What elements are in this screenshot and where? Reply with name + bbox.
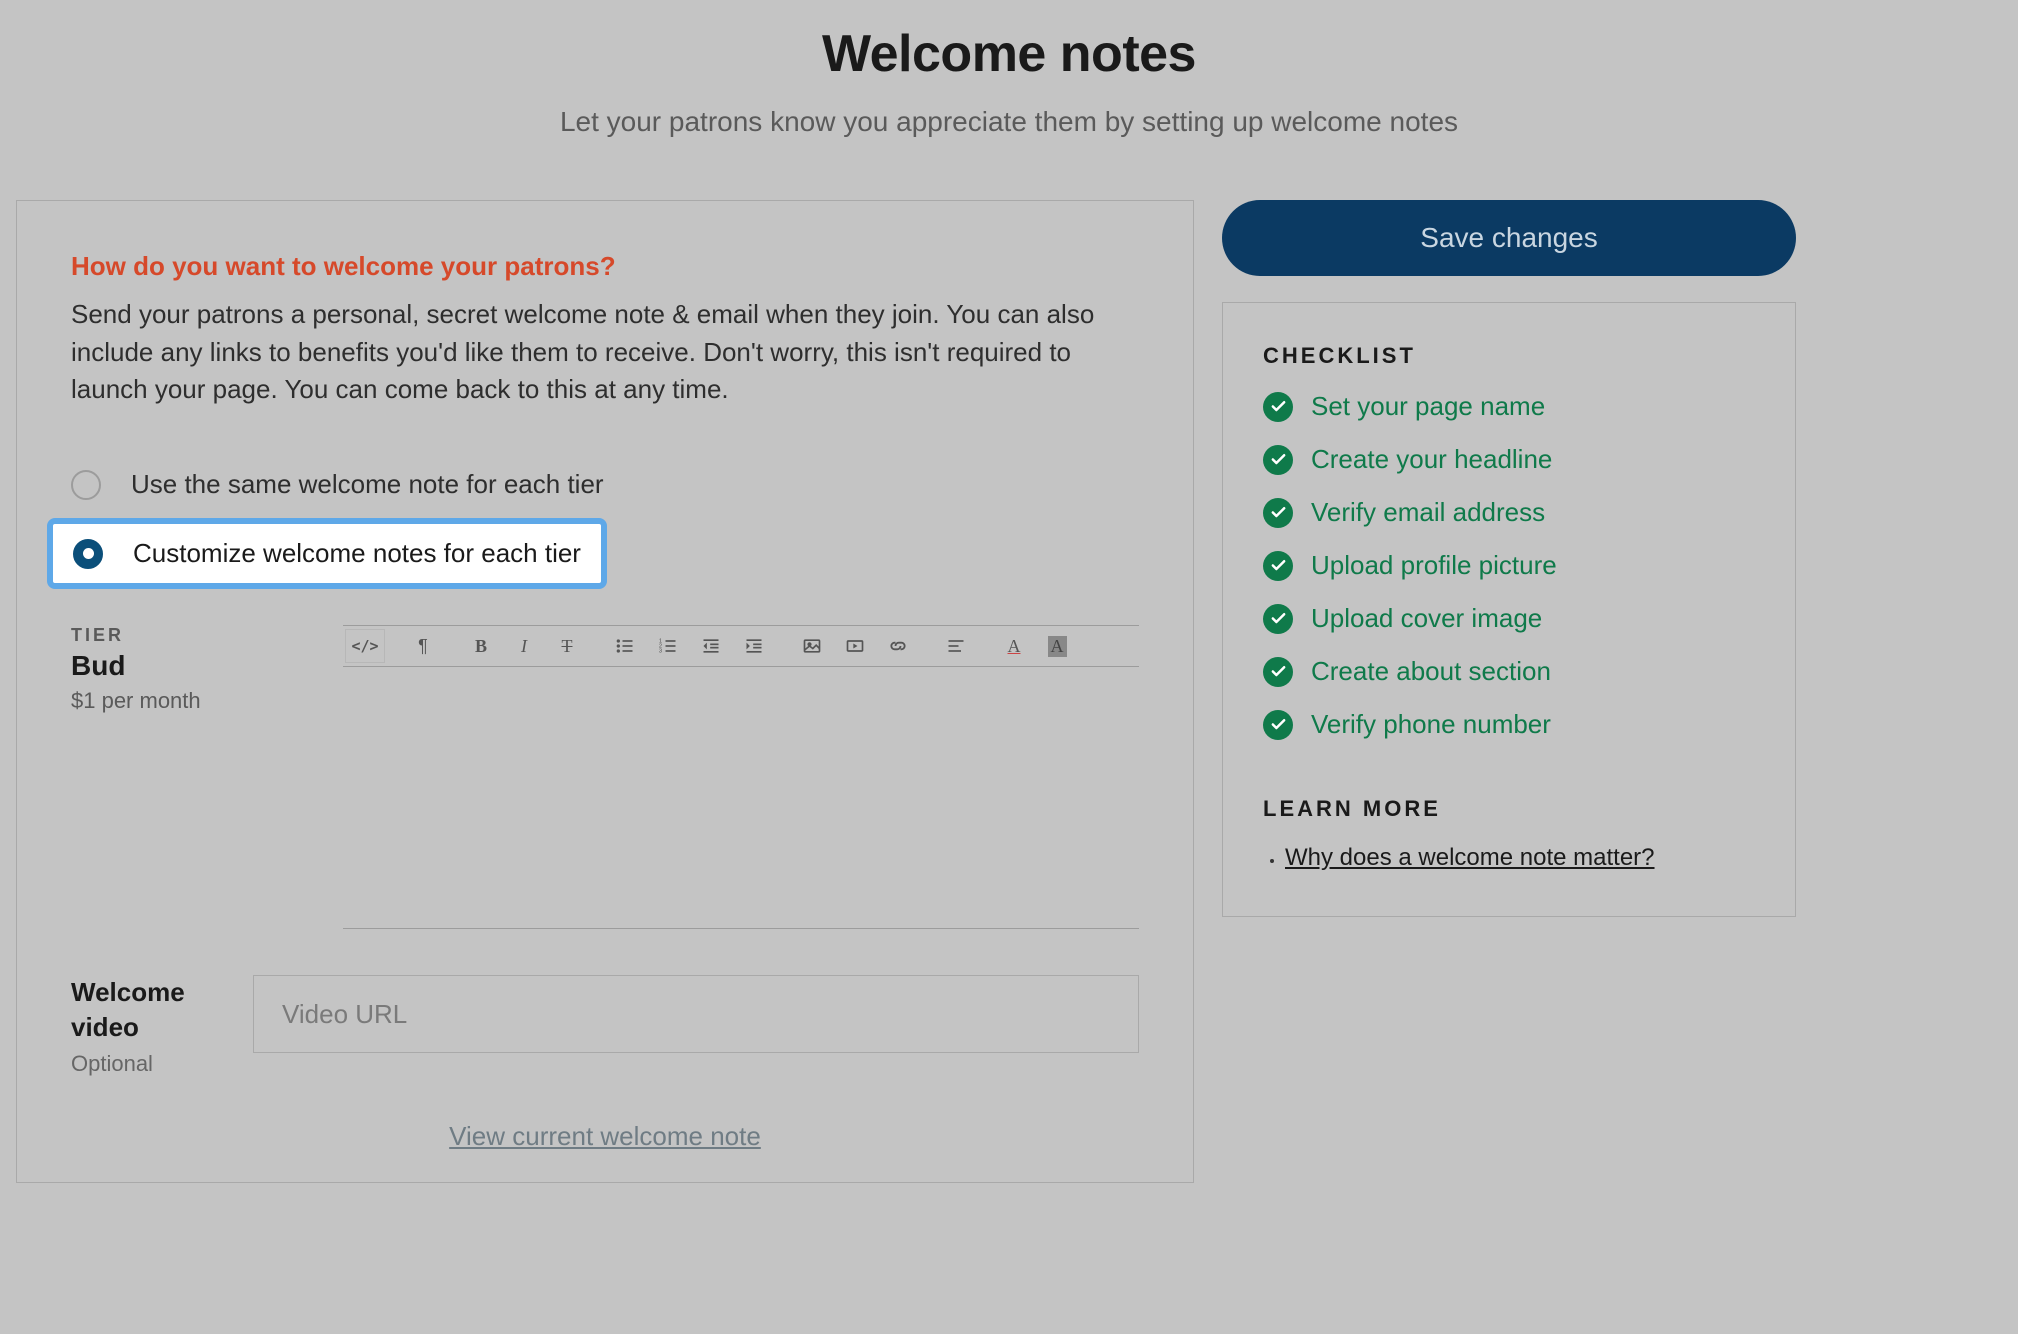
- tier-label: TIER: [71, 625, 321, 646]
- svg-text:3: 3: [659, 649, 662, 655]
- check-icon: [1263, 657, 1293, 687]
- welcome-video-label-line1: Welcome: [71, 977, 185, 1007]
- text-highlight-icon[interactable]: A: [1037, 629, 1077, 663]
- view-current-link-row: View current welcome note: [71, 1121, 1139, 1152]
- check-icon: [1263, 551, 1293, 581]
- learn-more-heading: LEARN MORE: [1263, 796, 1755, 822]
- welcome-video-url-input[interactable]: [253, 975, 1139, 1053]
- page-subtitle: Let your patrons know you appreciate the…: [0, 106, 2018, 138]
- tier-price: $1 per month: [71, 688, 321, 714]
- side-panel: CHECKLIST Set your page name Create your…: [1222, 302, 1796, 917]
- tier-name: Bud: [71, 650, 321, 682]
- paragraph-icon[interactable]: ¶: [403, 629, 443, 663]
- welcome-video-label-block: Welcome video Optional: [71, 975, 231, 1077]
- checklist-item-label: Create about section: [1311, 656, 1551, 687]
- radio-label: Use the same welcome note for each tier: [131, 469, 604, 500]
- video-icon[interactable]: [835, 629, 875, 663]
- checklist-item-label: Verify phone number: [1311, 709, 1551, 740]
- editor-textarea[interactable]: [343, 667, 1139, 929]
- radio-icon: [71, 470, 101, 500]
- content-row: How do you want to welcome your patrons?…: [0, 138, 2018, 1183]
- welcome-video-optional: Optional: [71, 1051, 231, 1077]
- page-header: Welcome notes Let your patrons know you …: [0, 0, 2018, 138]
- unordered-list-icon[interactable]: [605, 629, 645, 663]
- checklist-item-label: Upload profile picture: [1311, 550, 1557, 581]
- align-icon[interactable]: [936, 629, 976, 663]
- checklist-item-label: Verify email address: [1311, 497, 1545, 528]
- checklist-item[interactable]: Upload cover image: [1263, 603, 1755, 634]
- indent-decrease-icon[interactable]: [691, 629, 731, 663]
- welcome-video-label: Welcome video: [71, 975, 231, 1045]
- editor-block: </> ¶ B I T 123: [343, 625, 1139, 929]
- image-icon[interactable]: [792, 629, 832, 663]
- radio-option-same[interactable]: Use the same welcome note for each tier: [71, 459, 1139, 510]
- learn-more-block: LEARN MORE Why does a welcome note matte…: [1263, 796, 1755, 872]
- checklist-item[interactable]: Set your page name: [1263, 391, 1755, 422]
- italic-icon[interactable]: I: [504, 629, 544, 663]
- indent-increase-icon[interactable]: [734, 629, 774, 663]
- check-icon: [1263, 604, 1293, 634]
- tier-block: TIER Bud $1 per month: [71, 625, 321, 714]
- radio-option-custom[interactable]: Customize welcome notes for each tier: [47, 518, 607, 589]
- checklist-item[interactable]: Upload profile picture: [1263, 550, 1755, 581]
- save-changes-button[interactable]: Save changes: [1222, 200, 1796, 276]
- checklist-item[interactable]: Create about section: [1263, 656, 1755, 687]
- link-icon[interactable]: [878, 629, 918, 663]
- checklist-item[interactable]: Verify phone number: [1263, 709, 1755, 740]
- learn-more-link[interactable]: Why does a welcome note matter?: [1285, 844, 1655, 871]
- side-column: Save changes CHECKLIST Set your page nam…: [1222, 200, 1796, 917]
- code-view-icon[interactable]: </>: [345, 629, 385, 663]
- checklist-item-label: Upload cover image: [1311, 603, 1542, 634]
- bold-icon[interactable]: B: [461, 629, 501, 663]
- checklist-item-label: Set your page name: [1311, 391, 1545, 422]
- prompt-heading: How do you want to welcome your patrons?: [71, 251, 1139, 282]
- radio-label: Customize welcome notes for each tier: [133, 538, 581, 569]
- view-current-welcome-note-link[interactable]: View current welcome note: [449, 1121, 761, 1151]
- check-icon: [1263, 392, 1293, 422]
- main-panel: How do you want to welcome your patrons?…: [16, 200, 1194, 1183]
- welcome-video-label-line2: video: [71, 1012, 139, 1042]
- checklist-item[interactable]: Verify email address: [1263, 497, 1755, 528]
- welcome-video-row: Welcome video Optional: [71, 975, 1139, 1077]
- save-button-label: Save changes: [1420, 222, 1597, 254]
- checklist: Set your page name Create your headline …: [1263, 391, 1755, 740]
- check-icon: [1263, 710, 1293, 740]
- editor-toolbar: </> ¶ B I T 123: [343, 625, 1139, 667]
- checklist-item-label: Create your headline: [1311, 444, 1552, 475]
- strikethrough-icon[interactable]: T: [547, 629, 587, 663]
- checklist-heading: CHECKLIST: [1263, 343, 1755, 369]
- check-icon: [1263, 498, 1293, 528]
- learn-more-item: Why does a welcome note matter?: [1285, 844, 1755, 872]
- editor-row: TIER Bud $1 per month </> ¶ B I T: [71, 625, 1139, 929]
- learn-more-list: Why does a welcome note matter?: [1263, 844, 1755, 872]
- checklist-item[interactable]: Create your headline: [1263, 444, 1755, 475]
- ordered-list-icon[interactable]: 123: [648, 629, 688, 663]
- prompt-body: Send your patrons a personal, secret wel…: [71, 296, 1101, 409]
- text-color-icon[interactable]: A: [994, 629, 1034, 663]
- radio-group: Use the same welcome note for each tier …: [71, 459, 1139, 589]
- page-title: Welcome notes: [0, 24, 2018, 84]
- check-icon: [1263, 445, 1293, 475]
- radio-icon-selected: [73, 539, 103, 569]
